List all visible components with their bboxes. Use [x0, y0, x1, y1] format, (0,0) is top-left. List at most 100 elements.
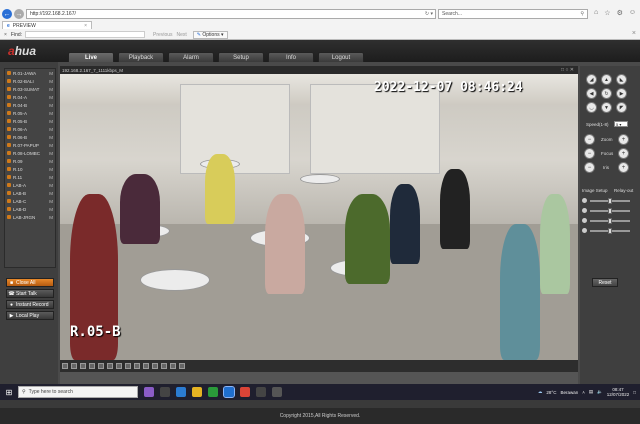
- grid-16-icon[interactable]: [116, 363, 122, 369]
- ptz-left-button[interactable]: ◀: [586, 88, 597, 99]
- iris-close-button[interactable]: −: [584, 162, 595, 173]
- fullscreen-icon[interactable]: [62, 363, 68, 369]
- media-player-icon[interactable]: [256, 387, 266, 397]
- main-stream-toggle[interactable]: M: [49, 111, 53, 116]
- main-stream-toggle[interactable]: M: [49, 151, 53, 156]
- video-window[interactable]: 192.168.2.167_7_1111kbps_M □ ○ ✕ 2022-12…: [60, 66, 578, 386]
- edge-icon[interactable]: [176, 387, 186, 397]
- main-stream-toggle[interactable]: M: [49, 199, 53, 204]
- main-stream-toggle[interactable]: M: [49, 87, 53, 92]
- reset-button[interactable]: Reset: [592, 278, 618, 287]
- ptz-up-button[interactable]: ▲: [601, 74, 612, 85]
- main-stream-toggle[interactable]: M: [49, 127, 53, 132]
- channel-item[interactable]: R.01-JAWA M: [5, 69, 55, 77]
- forward-button[interactable]: →: [14, 9, 24, 19]
- task-view-icon[interactable]: [160, 387, 170, 397]
- menu-logout[interactable]: Logout: [318, 52, 364, 62]
- menu-alarm[interactable]: Alarm: [168, 52, 214, 62]
- taskbar-search-input[interactable]: ⚲ Type here to search: [18, 386, 138, 398]
- tray-chevron-icon[interactable]: ˄: [582, 390, 585, 395]
- channel-item[interactable]: LAB-JRGN M: [5, 213, 55, 221]
- find-close-icon[interactable]: ×: [4, 32, 7, 38]
- main-stream-toggle[interactable]: M: [49, 143, 53, 148]
- find-options-button[interactable]: ✎ Options ▾: [192, 30, 228, 39]
- menu-live[interactable]: Live: [68, 52, 114, 62]
- close-all-button[interactable]: ■ Close All: [6, 278, 54, 287]
- channel-item[interactable]: LAB-D M: [5, 205, 55, 213]
- main-stream-toggle[interactable]: M: [49, 207, 53, 212]
- search-icon[interactable]: ⚲: [580, 11, 584, 17]
- hue-slider[interactable]: [590, 228, 630, 234]
- zoom-out-button[interactable]: −: [584, 134, 595, 145]
- focus-in-button[interactable]: +: [618, 148, 629, 159]
- grid-1-icon[interactable]: [80, 363, 86, 369]
- channel-item[interactable]: R.02-BALI M: [5, 77, 55, 85]
- relay-out-tab[interactable]: Relay-out: [614, 188, 633, 193]
- main-stream-toggle[interactable]: M: [49, 119, 53, 124]
- volume-icon[interactable]: 🔈: [597, 389, 603, 395]
- excel-icon[interactable]: [208, 387, 218, 397]
- channel-item[interactable]: R.05-A M: [5, 109, 55, 117]
- saturation-slider[interactable]: [590, 218, 630, 224]
- find-input[interactable]: [25, 31, 146, 38]
- menu-setup[interactable]: Setup: [218, 52, 264, 62]
- main-stream-toggle[interactable]: M: [49, 135, 53, 140]
- main-stream-toggle[interactable]: M: [49, 95, 53, 100]
- iris-open-button[interactable]: +: [618, 162, 629, 173]
- network-icon[interactable]: ▤: [589, 389, 593, 395]
- findbar-close-icon[interactable]: ×: [632, 30, 636, 37]
- channel-item[interactable]: LAB-C M: [5, 197, 55, 205]
- menu-playback[interactable]: Playback: [118, 52, 164, 62]
- main-stream-toggle[interactable]: M: [49, 79, 53, 84]
- channel-item[interactable]: R.11 M: [5, 173, 55, 181]
- star-icon[interactable]: ☆: [604, 9, 610, 17]
- slider-knob[interactable]: [608, 218, 612, 224]
- video-window-icons[interactable]: □ ○ ✕: [561, 67, 574, 73]
- channel-item[interactable]: R.09 M: [5, 157, 55, 165]
- grid-25-icon[interactable]: [125, 363, 131, 369]
- channel-item[interactable]: R.10 M: [5, 165, 55, 173]
- file-explorer-icon[interactable]: [192, 387, 202, 397]
- main-stream-toggle[interactable]: M: [49, 191, 53, 196]
- channel-item[interactable]: R.05-B M: [5, 117, 55, 125]
- zoom-in-button[interactable]: +: [618, 134, 629, 145]
- widgets-icon[interactable]: [144, 387, 154, 397]
- channel-item[interactable]: R.06-B M: [5, 133, 55, 141]
- notification-icon[interactable]: □: [633, 390, 636, 395]
- contrast-slider[interactable]: [590, 208, 630, 214]
- ptz-right-button[interactable]: ▶: [616, 88, 627, 99]
- channel-item[interactable]: R.04-B M: [5, 101, 55, 109]
- ptz-down-right-button[interactable]: ◤: [616, 102, 627, 113]
- back-button[interactable]: ←: [2, 9, 12, 19]
- menu-info[interactable]: Info: [268, 52, 314, 62]
- grid-8-icon[interactable]: [98, 363, 104, 369]
- grid-36-icon[interactable]: [134, 363, 140, 369]
- browser-search-input[interactable]: Search... ⚲: [438, 9, 588, 19]
- ptz-up-right-button[interactable]: ◣: [616, 74, 627, 85]
- slider-knob[interactable]: [608, 198, 612, 204]
- grid-9-icon[interactable]: [107, 363, 113, 369]
- tab-close-icon[interactable]: ×: [84, 23, 87, 29]
- focus-out-button[interactable]: −: [584, 148, 595, 159]
- local-play-button[interactable]: ▶ Local Play: [6, 311, 54, 320]
- speed-select[interactable]: 5 ▾: [614, 121, 628, 127]
- settings-icon[interactable]: [272, 387, 282, 397]
- slider-knob[interactable]: [608, 208, 612, 214]
- ptz-auto-button[interactable]: ↻: [601, 88, 612, 99]
- main-stream-toggle[interactable]: M: [49, 103, 53, 108]
- find-previous-button[interactable]: Previous: [153, 32, 172, 38]
- find-next-button[interactable]: Next: [177, 32, 187, 38]
- channel-item[interactable]: R.07-PAPUP M: [5, 141, 55, 149]
- zoom-icon[interactable]: [170, 363, 176, 369]
- address-bar[interactable]: http://192.168.2.167/ ↻ ▾: [26, 9, 436, 19]
- channel-item[interactable]: R.08-LOMBC M: [5, 149, 55, 157]
- main-stream-toggle[interactable]: M: [49, 167, 53, 172]
- tab-preview[interactable]: e PREVIEW ×: [2, 21, 92, 29]
- home-icon[interactable]: ⌂: [594, 9, 598, 17]
- grid-4-icon[interactable]: [89, 363, 95, 369]
- smiley-icon[interactable]: ☺: [629, 9, 636, 17]
- main-stream-toggle[interactable]: M: [49, 175, 53, 180]
- ratio-icon[interactable]: [71, 363, 77, 369]
- windows-start-icon[interactable]: ⊞: [0, 384, 18, 400]
- snapshot-icon[interactable]: [143, 363, 149, 369]
